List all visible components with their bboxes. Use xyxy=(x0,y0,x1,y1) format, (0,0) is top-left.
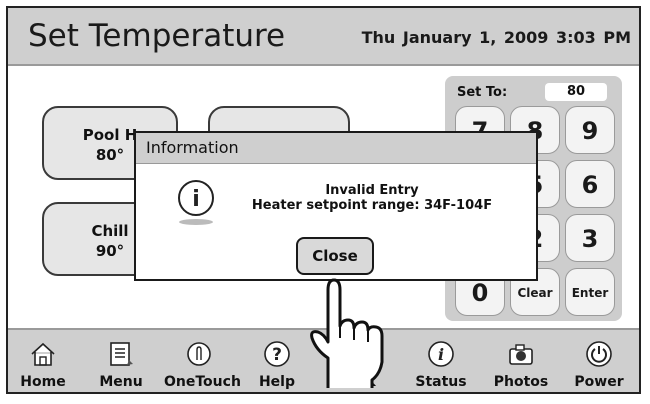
home-icon xyxy=(31,342,55,366)
nav-photos[interactable]: Photos xyxy=(486,330,556,392)
nav-label: Photos xyxy=(493,374,549,390)
date-time: Thu January 1, 2009 3:03 PM xyxy=(361,28,631,47)
set-to-value: 80 xyxy=(545,83,607,101)
dialog-title: Information xyxy=(146,138,239,157)
set-to-label: Set To: xyxy=(457,85,508,100)
power-icon xyxy=(586,341,612,367)
svg-text:i: i xyxy=(192,187,200,212)
nav-label: Home xyxy=(20,374,66,390)
info-dialog: Information i Invalid Entry Heater setpo… xyxy=(134,131,538,281)
camera-icon xyxy=(509,344,533,365)
onetouch-icon xyxy=(187,342,211,366)
nav-home[interactable]: Home xyxy=(8,330,78,392)
menu-icon xyxy=(110,342,133,366)
dialog-header: Information xyxy=(136,133,536,164)
dialog-message-line1: Invalid Entry xyxy=(325,183,419,198)
title-bar: Set Temperature Thu January 1, 2009 3:03… xyxy=(8,8,639,66)
nav-onetouch[interactable]: OneTouch xyxy=(164,330,241,392)
screen-frame: Set Temperature Thu January 1, 2009 3:03… xyxy=(6,6,641,394)
key-9[interactable]: 9 xyxy=(565,106,615,154)
status-icon: i xyxy=(428,341,454,367)
pointing-hand-icon xyxy=(310,278,384,388)
nav-status[interactable]: i Status xyxy=(406,330,476,392)
nav-label: Power xyxy=(574,374,624,390)
page-title: Set Temperature xyxy=(28,18,286,54)
dialog-message: Invalid Entry Heater setpoint range: 34F… xyxy=(222,183,522,213)
nav-label: Menu xyxy=(99,374,143,390)
enter-key[interactable]: Enter xyxy=(565,268,615,316)
info-icon: i xyxy=(178,180,214,225)
nav-label: Status xyxy=(415,374,467,390)
key-6[interactable]: 6 xyxy=(565,160,615,208)
key-3[interactable]: 3 xyxy=(565,214,615,262)
nav-label: OneTouch xyxy=(164,374,241,390)
dialog-message-line2: Heater setpoint range: 34F-104F xyxy=(251,198,493,213)
help-icon: ? xyxy=(264,341,290,367)
nav-power[interactable]: Power xyxy=(564,330,634,392)
svg-text:i: i xyxy=(438,345,444,364)
nav-menu[interactable]: Menu xyxy=(86,330,156,392)
svg-text:?: ? xyxy=(272,345,282,365)
